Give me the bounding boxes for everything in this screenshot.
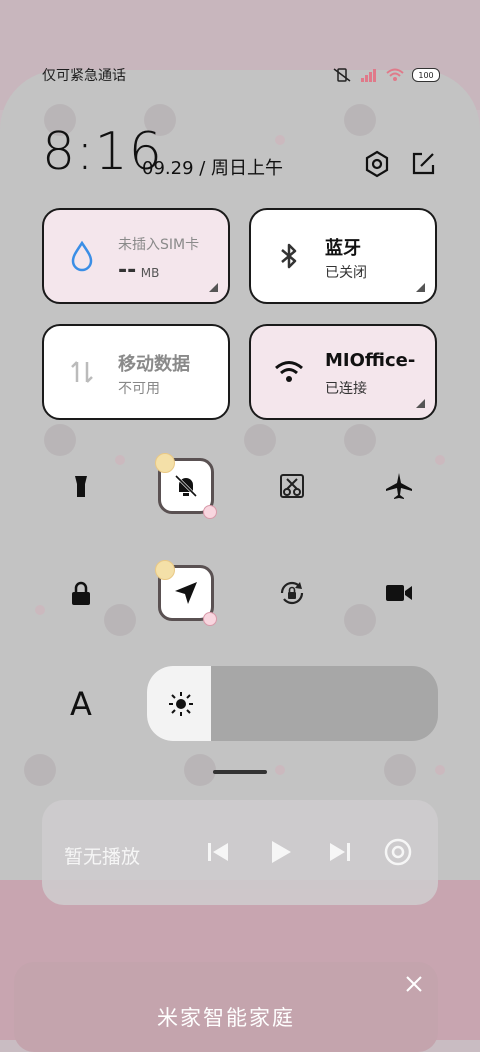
flashlight-icon bbox=[75, 476, 87, 497]
screenshot-icon bbox=[280, 474, 304, 498]
flower-decoration-icon bbox=[155, 453, 175, 473]
flashlight-toggle[interactable] bbox=[53, 458, 109, 514]
water-drop-icon bbox=[71, 240, 93, 272]
status-bar: 仅可紧急通话 100 bbox=[42, 62, 440, 88]
wifi-status-icon bbox=[386, 68, 404, 81]
rotation-lock-toggle[interactable] bbox=[264, 565, 320, 621]
screenshot-toggle[interactable] bbox=[264, 458, 320, 514]
tile-bluetooth[interactable]: 蓝牙 已关闭 bbox=[249, 208, 437, 304]
tile-title: MIOffice- bbox=[325, 350, 416, 371]
font-size-label: A bbox=[70, 685, 92, 723]
smart-home-title: 米家智能家庭 bbox=[157, 1006, 295, 1030]
cherry-decoration-icon bbox=[203, 612, 217, 626]
font-size-button[interactable]: A bbox=[53, 676, 109, 732]
expand-corner-icon bbox=[209, 283, 218, 292]
expand-corner-icon bbox=[416, 399, 425, 408]
next-icon[interactable] bbox=[324, 836, 356, 868]
signal-icon bbox=[361, 69, 376, 82]
tile-subtitle: -- MB bbox=[118, 258, 160, 283]
video-camera-icon bbox=[386, 585, 412, 601]
bluetooth-icon bbox=[281, 243, 297, 269]
screen-record-toggle[interactable] bbox=[371, 565, 427, 621]
audio-output-icon[interactable] bbox=[382, 836, 414, 868]
smart-home-panel[interactable]: 米家智能家庭 bbox=[14, 962, 438, 1052]
vibrate-off-icon bbox=[333, 68, 351, 82]
airplane-toggle[interactable] bbox=[371, 458, 427, 514]
drag-handle[interactable] bbox=[213, 770, 267, 774]
battery-icon: 100 bbox=[412, 68, 440, 82]
lock-screen-toggle[interactable] bbox=[53, 565, 109, 621]
location-toggle[interactable] bbox=[155, 560, 217, 626]
media-player-card[interactable]: 暂无播放 bbox=[42, 800, 438, 905]
cherry-decoration-icon bbox=[203, 505, 217, 519]
rotation-lock-icon bbox=[280, 581, 304, 605]
tile-subtitle: 已连接 bbox=[325, 381, 367, 397]
tile-title: 移动数据 bbox=[118, 354, 190, 375]
carrier-text: 仅可紧急通话 bbox=[42, 68, 126, 84]
previous-icon[interactable] bbox=[202, 836, 234, 868]
tile-title: 蓝牙 bbox=[325, 238, 361, 259]
location-icon bbox=[175, 582, 197, 604]
airplane-icon bbox=[386, 473, 412, 499]
tile-subtitle: 已关闭 bbox=[325, 265, 367, 281]
wifi-icon bbox=[275, 361, 303, 382]
tile-mobile-data[interactable]: 移动数据 不可用 bbox=[42, 324, 230, 420]
tile-title: 未插入SIM卡 bbox=[118, 237, 200, 253]
silent-toggle[interactable] bbox=[155, 453, 217, 519]
expand-corner-icon bbox=[416, 283, 425, 292]
edit-icon[interactable] bbox=[409, 150, 437, 178]
tile-wifi[interactable]: MIOffice- 已连接 bbox=[249, 324, 437, 420]
silent-bell-icon bbox=[174, 474, 198, 498]
flower-decoration-icon bbox=[155, 560, 175, 580]
tile-subtitle: 不可用 bbox=[118, 381, 160, 397]
mobile-data-icon bbox=[71, 361, 93, 383]
lock-icon bbox=[72, 581, 90, 605]
brightness-sun-icon bbox=[169, 692, 193, 716]
clock-date: 09.29 / 周日上午 bbox=[142, 158, 284, 179]
brightness-slider[interactable] bbox=[147, 666, 438, 741]
media-status: 暂无播放 bbox=[64, 846, 141, 868]
tile-mobile-data-usage[interactable]: 未插入SIM卡 -- MB bbox=[42, 208, 230, 304]
settings-icon[interactable] bbox=[363, 150, 391, 178]
close-icon[interactable] bbox=[404, 974, 424, 994]
play-icon[interactable] bbox=[264, 836, 296, 868]
